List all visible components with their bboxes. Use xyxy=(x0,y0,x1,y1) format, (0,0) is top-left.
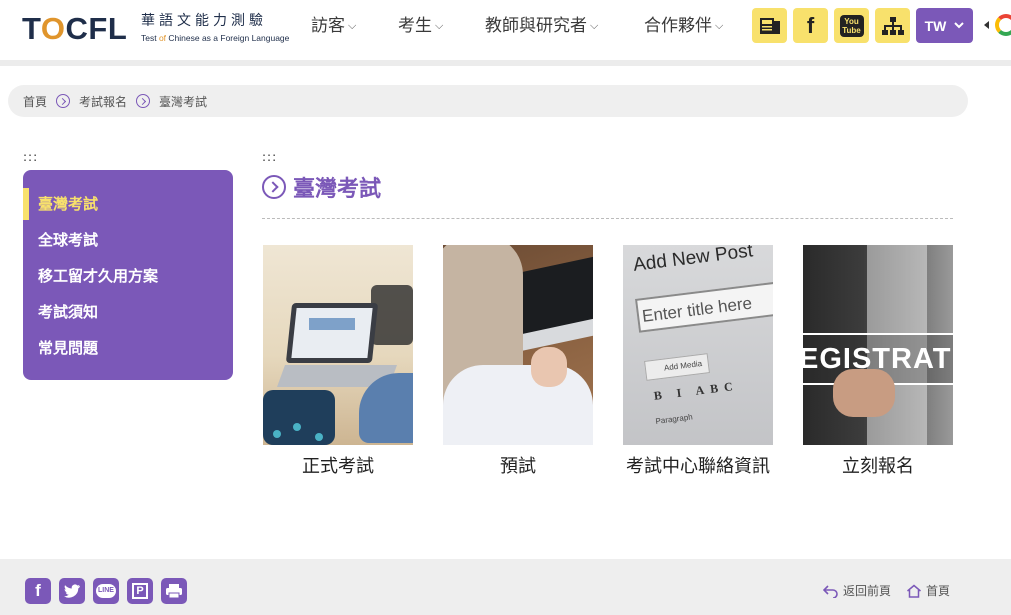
sitemap-icon[interactable] xyxy=(875,8,910,43)
chevron-down-icon: ⌵ xyxy=(715,19,724,32)
page-title-text: 臺灣考試 xyxy=(293,177,382,202)
back-arrow-icon xyxy=(823,584,838,598)
google-translate-icon[interactable] xyxy=(995,14,1011,36)
card-caption[interactable]: 正式考試 xyxy=(263,455,413,478)
sidebar-item-exam-notice[interactable]: 考試須知 xyxy=(23,294,233,330)
card-image-laptop xyxy=(263,245,413,445)
card-official-exam[interactable]: 正式考試 xyxy=(263,245,413,478)
facebook-icon[interactable]: f xyxy=(793,8,828,43)
nav-item-visitors[interactable]: 訪客 ⌵ xyxy=(311,14,356,40)
card-image-registration: EGISTRATIO xyxy=(803,245,953,445)
chevron-right-circle-icon xyxy=(262,175,286,199)
sidebar-item-migrant-program[interactable]: 移工留才久用方案 xyxy=(23,258,233,294)
logo-chinese-name: 華語文能力測驗 xyxy=(141,13,267,29)
share-plurk-icon[interactable]: P xyxy=(127,578,153,604)
site-header: TOCFL 華語文能力測驗 Test of Chinese as a Forei… xyxy=(0,0,1011,60)
site-logo[interactable]: TOCFL 華語文能力測驗 Test of Chinese as a Forei… xyxy=(22,12,297,46)
language-label: TW xyxy=(924,17,947,34)
sidebar-item-taiwan-exam[interactable]: 臺灣考試 xyxy=(23,186,233,222)
logo-english-name: Test of Chinese as a Foreign Language xyxy=(141,33,290,43)
youtube-icon[interactable]: You Tube xyxy=(834,8,869,43)
card-exam-center-contact[interactable]: Add New Post Enter title here Add Media … xyxy=(623,245,773,478)
accesskey-left[interactable]: ::: xyxy=(23,150,38,164)
share-line-icon[interactable]: LINE xyxy=(93,578,119,604)
home-icon xyxy=(907,584,921,598)
sidebar-item-faq[interactable]: 常見問題 xyxy=(23,330,233,366)
carousel-prev-icon[interactable] xyxy=(984,21,989,29)
nav-item-candidates[interactable]: 考生 ⌵ xyxy=(398,14,443,40)
sidebar-menu: 臺灣考試 全球考試 移工留才久用方案 考試須知 常見問題 xyxy=(23,170,233,380)
logo-wordmark: TOCFL xyxy=(22,11,128,46)
card-register-now[interactable]: EGISTRATIO 立刻報名 xyxy=(803,245,953,478)
chevron-right-circle-icon xyxy=(136,94,151,108)
chevron-right-circle-icon xyxy=(56,94,71,108)
page-title: 臺灣考試 xyxy=(262,172,381,202)
card-caption[interactable]: 預試 xyxy=(443,455,593,478)
chevron-down-icon: ⌵ xyxy=(435,19,444,32)
card-image-add-new-post: Add New Post Enter title here Add Media … xyxy=(623,245,773,445)
nav-item-partners[interactable]: 合作夥伴 ⌵ xyxy=(644,14,723,40)
chevron-down-icon: ⌵ xyxy=(348,19,357,32)
breadcrumb-home[interactable]: 首頁 xyxy=(23,93,47,110)
card-caption[interactable]: 立刻報名 xyxy=(803,455,953,478)
share-twitter-icon[interactable] xyxy=(59,578,85,604)
breadcrumb-current: 臺灣考試 xyxy=(159,94,208,109)
news-icon[interactable] xyxy=(752,8,787,43)
sidebar-item-global-exam[interactable]: 全球考試 xyxy=(23,222,233,258)
card-pretest[interactable]: 預試 xyxy=(443,245,593,478)
breadcrumb-registration[interactable]: 考試報名 xyxy=(79,93,127,110)
home-link[interactable]: 首頁 xyxy=(906,582,950,599)
accesskey-main[interactable]: ::: xyxy=(262,150,277,164)
back-link-label: 返回前頁 xyxy=(843,584,892,598)
language-selector[interactable]: TW xyxy=(916,8,973,43)
title-divider xyxy=(262,218,953,219)
print-icon[interactable] xyxy=(161,578,187,604)
chevron-down-icon xyxy=(954,22,965,29)
breadcrumb: 首頁 考試報名 臺灣考試 xyxy=(8,85,968,117)
chevron-down-icon: ⌵ xyxy=(590,19,599,32)
header-divider xyxy=(0,60,1011,66)
card-image-video-call xyxy=(443,245,593,445)
nav-item-teachers[interactable]: 教師與研究者 ⌵ xyxy=(485,14,598,40)
share-facebook-icon[interactable]: f xyxy=(25,578,51,604)
home-link-label: 首頁 xyxy=(926,584,951,598)
back-link[interactable]: 返回前頁 xyxy=(823,582,891,599)
card-caption[interactable]: 考試中心聯絡資訊 xyxy=(623,455,773,478)
